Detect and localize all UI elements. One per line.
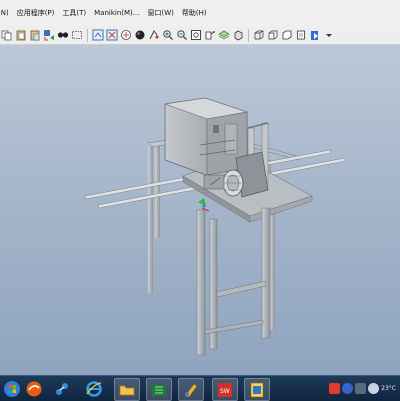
regenerate-icon[interactable] [43,29,55,41]
taskbar: SW 23°C [0,375,400,401]
menu-bar: (N) 应用程序(P) 工具(T) Manikin(M)... 窗口(W) 帮助… [0,0,400,27]
toolbar-separator [248,28,249,42]
display-style-icon[interactable] [120,29,132,41]
magnifier-icon[interactable] [176,29,188,41]
solidworks-icon[interactable]: SW [212,378,238,401]
spreadsheet-icon[interactable] [146,378,172,401]
find-icon[interactable] [57,29,69,41]
model-tree-icon[interactable] [309,29,321,41]
hidden-line-icon[interactable] [267,29,279,41]
start-icon[interactable] [0,378,24,399]
menu-item-tools[interactable]: 工具(T) [58,0,90,26]
toolbar [0,26,400,45]
spin-center-icon[interactable] [134,29,146,41]
weather-icon[interactable] [368,383,380,394]
menu-item-manikin[interactable]: Manikin(M)... [90,0,143,26]
folder-icon[interactable] [114,378,140,401]
menu-item-window[interactable]: 窗口(W) [143,0,177,26]
shaded-icon[interactable] [232,29,244,41]
menu-item-help[interactable]: 帮助(H) [178,0,211,26]
browser-360-icon[interactable] [22,378,46,399]
saved-views-icon[interactable] [204,29,216,41]
dropdown-arrow-icon[interactable] [323,29,335,41]
layers-icon[interactable] [218,29,230,41]
help-icon[interactable] [342,383,354,394]
network-icon[interactable] [50,378,74,399]
system-tray: 23°C [329,376,400,401]
zoom-out-icon[interactable] [162,29,174,41]
select-box-icon[interactable] [71,29,83,41]
machine-model[interactable] [0,45,400,375]
view-refit-icon[interactable] [92,29,104,41]
paste-special-icon[interactable] [29,29,41,41]
orient-icon[interactable] [106,29,118,41]
wireframe-icon[interactable] [253,29,265,41]
chat-icon[interactable] [355,383,367,394]
refit-icon[interactable] [190,29,202,41]
notes-icon[interactable] [244,378,270,401]
menu-item-applications[interactable]: 应用程序(P) [13,0,59,26]
datum-icon[interactable] [295,29,307,41]
toolbar-separator [87,28,88,42]
paste-icon[interactable] [15,29,27,41]
menu-item-n[interactable]: (N) [0,0,13,26]
svg-text:SW: SW [220,388,230,395]
paint-icon[interactable] [178,378,204,401]
antivirus-icon[interactable] [329,383,341,394]
no-hidden-icon[interactable] [281,29,293,41]
copy-icon[interactable] [1,29,13,41]
ie-icon[interactable] [82,378,106,399]
zoom-in-icon[interactable] [148,29,160,41]
model-viewport[interactable] [0,45,400,375]
temperature-label: 23°C [381,385,396,392]
